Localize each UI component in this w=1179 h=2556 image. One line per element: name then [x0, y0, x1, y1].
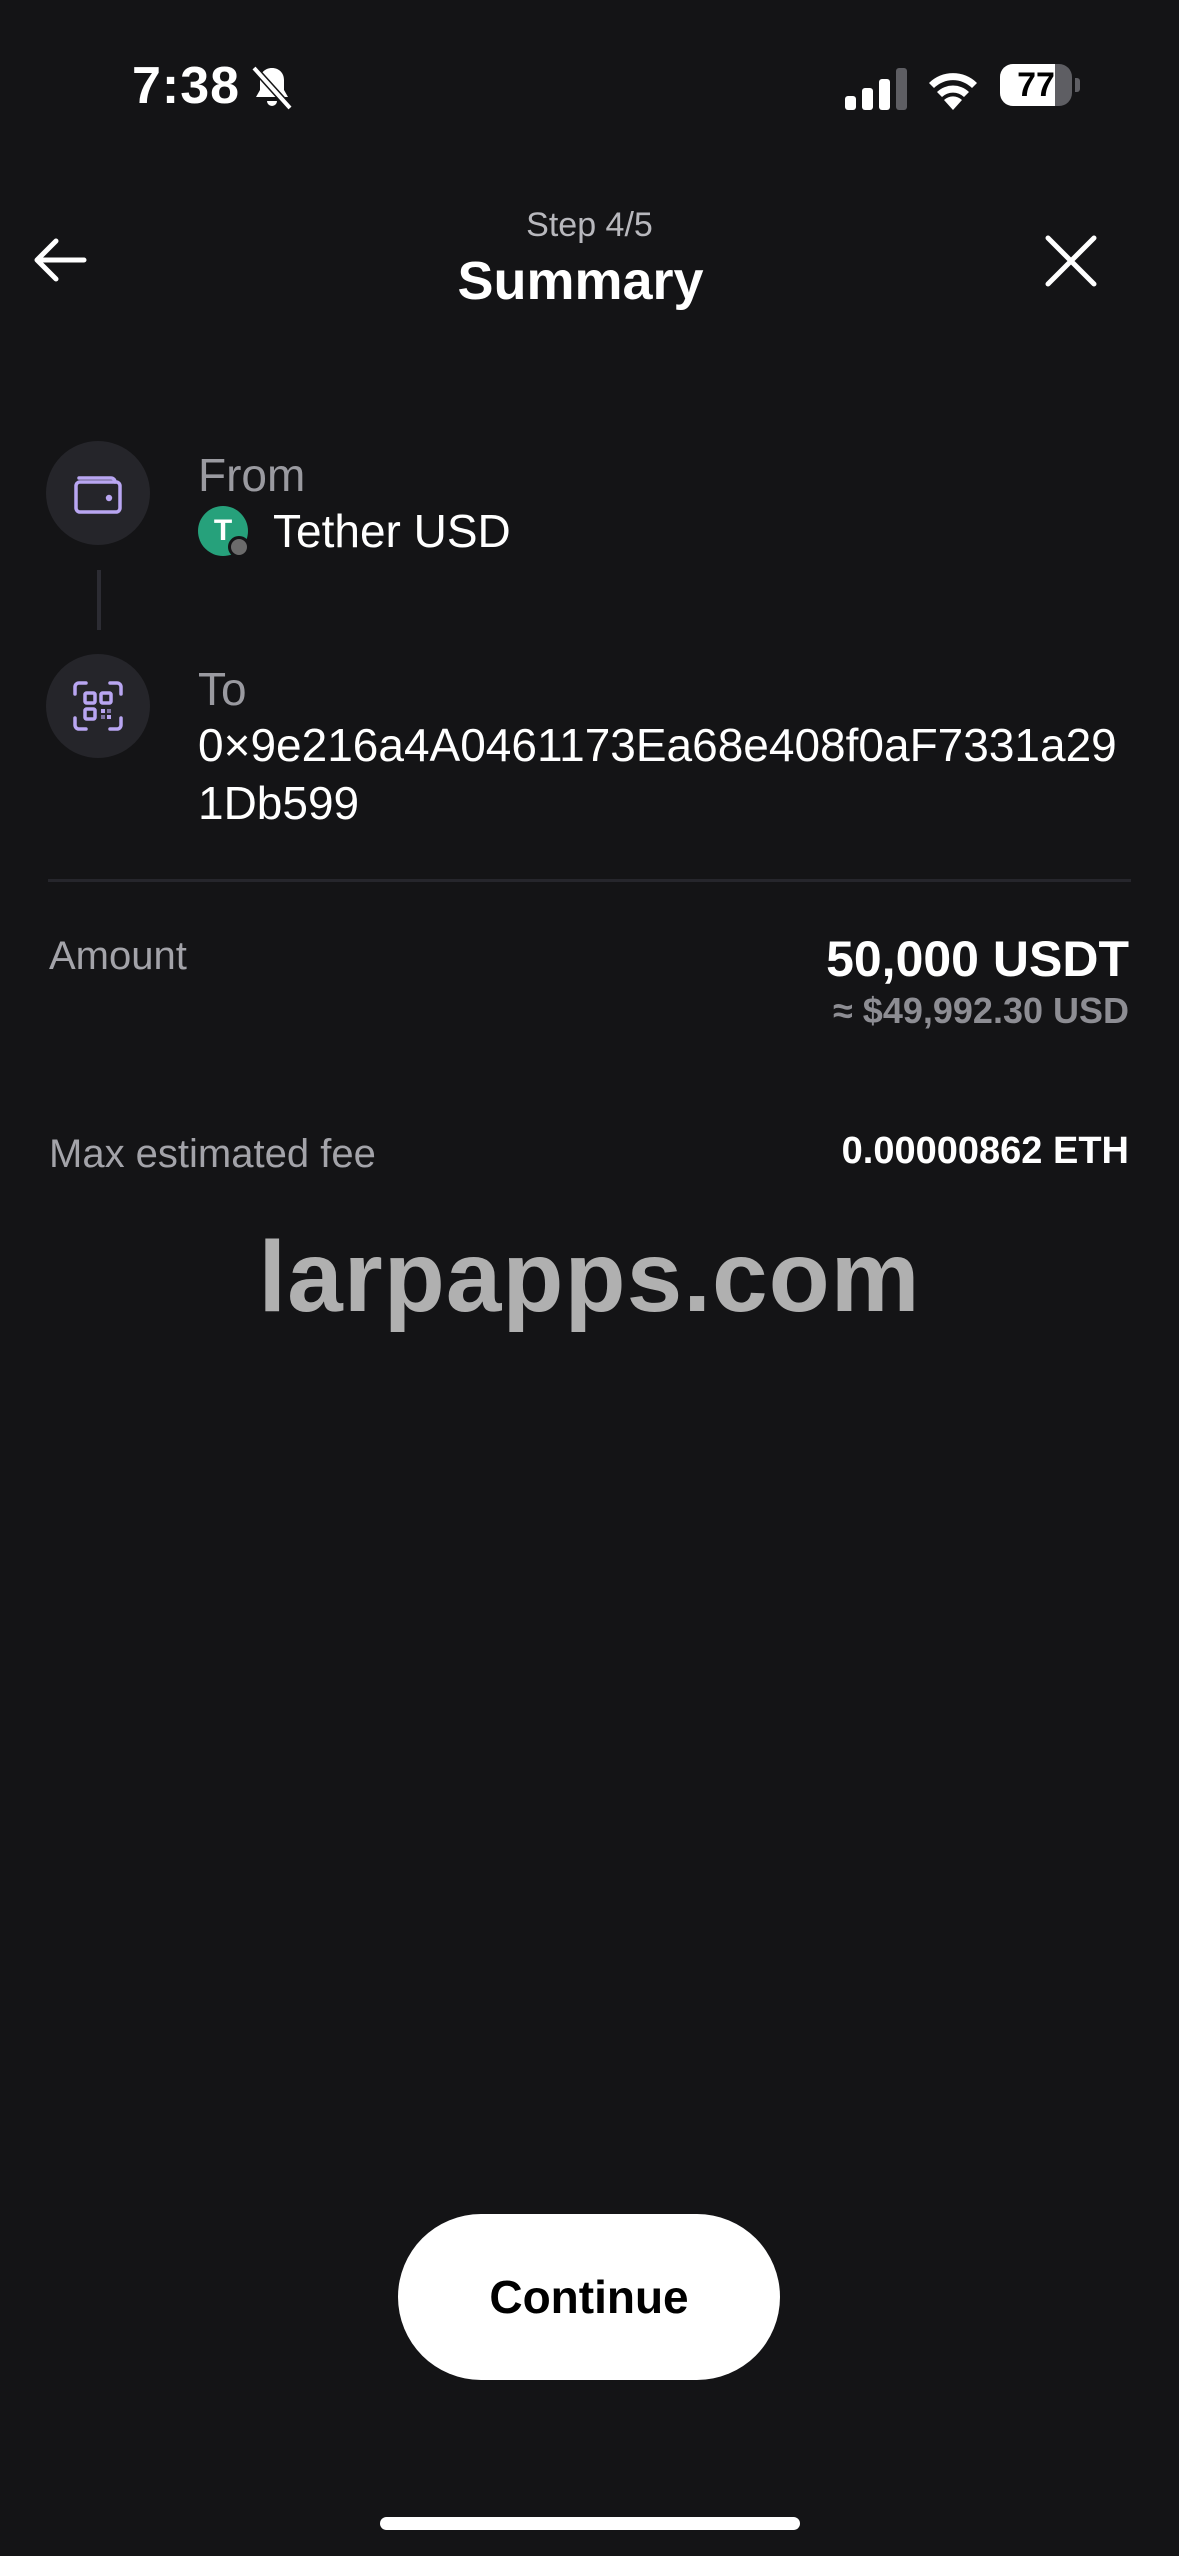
signal-icon — [845, 68, 907, 110]
from-label: From — [198, 449, 306, 501]
divider — [48, 879, 1131, 882]
tether-icon: T — [198, 506, 250, 558]
wallet-icon — [74, 476, 122, 514]
amount-label: Amount — [49, 934, 187, 978]
wallet-icon-circle — [46, 441, 150, 545]
bell-slash-icon — [251, 65, 293, 111]
step-indicator: Step 4/5 — [526, 206, 653, 244]
continue-button[interactable]: Continue — [398, 2214, 780, 2380]
battery-icon: 77 — [1000, 64, 1080, 108]
home-indicator — [380, 2517, 800, 2530]
amount-fiat-value: ≈ $49,992.30 USD — [833, 990, 1129, 1031]
wifi-icon — [929, 73, 977, 110]
battery-percent: 77 — [1017, 66, 1055, 104]
page-title: Summary — [457, 251, 704, 311]
close-icon[interactable] — [1040, 230, 1102, 292]
to-label: To — [198, 663, 247, 715]
from-token: T Tether USD — [198, 504, 511, 558]
recipient-address: 0×9e216a4A0461173Ea68e408f0aF7331a291Db5… — [198, 719, 1117, 829]
qr-scan-icon — [73, 681, 123, 731]
status-time: 7:38 — [132, 57, 241, 115]
amount-value: 50,000 USDT — [826, 931, 1129, 987]
fee-value: 0.00000862 ETH — [841, 1130, 1129, 1172]
network-badge-icon — [228, 536, 250, 558]
fee-label: Max estimated fee — [49, 1132, 376, 1176]
qr-icon-circle — [46, 654, 150, 758]
token-name: Tether USD — [273, 505, 511, 557]
connector-line — [97, 570, 101, 630]
watermark: larpapps.com — [258, 1221, 921, 1333]
